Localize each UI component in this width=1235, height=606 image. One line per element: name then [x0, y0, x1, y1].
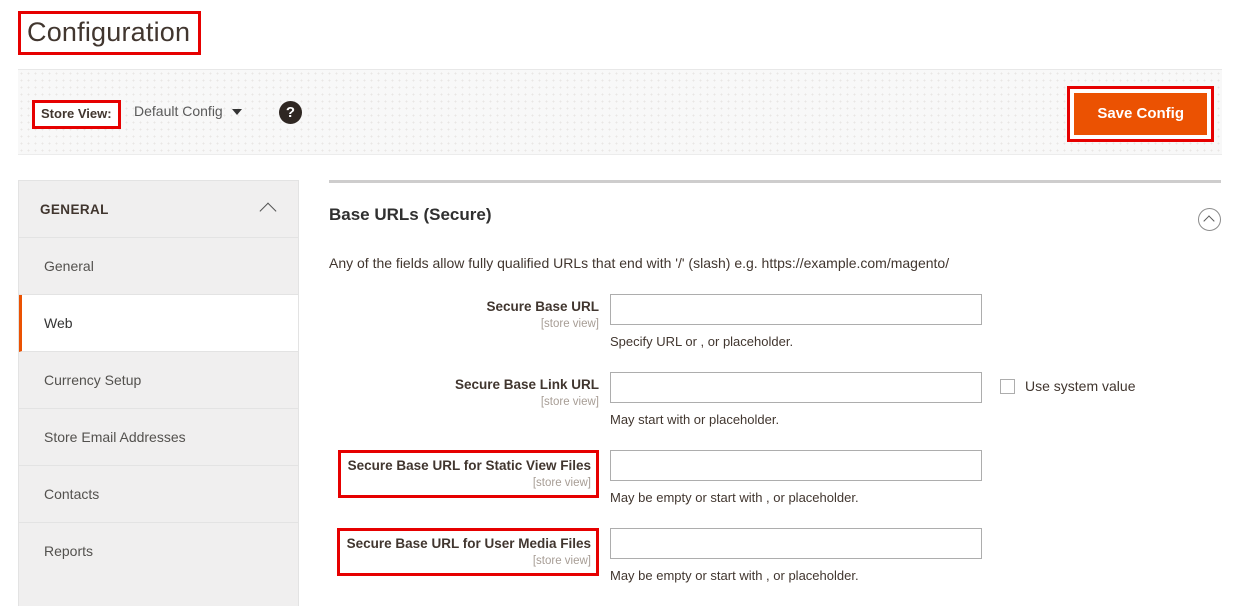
store-view-label: Store View:: [41, 106, 112, 121]
field-control-wrap: May start with or placeholder.: [610, 372, 982, 428]
field-label: Secure Base URL for Static View Files: [347, 458, 591, 473]
page-title-highlight: Configuration: [18, 11, 202, 55]
store-view-label-highlight: Store View:: [32, 100, 121, 129]
field-control-wrap: May be empty or start with , or placehol…: [610, 528, 982, 584]
field-label: Secure Base URL for User Media Files: [346, 536, 591, 551]
field-label-highlight: Secure Base URL for User Media Files [st…: [336, 528, 599, 576]
field-row-secure-base-url-user-media-files: Secure Base URL for User Media Files [st…: [329, 528, 1222, 584]
field-label-highlight: Secure Base URL for Static View Files [s…: [337, 450, 599, 498]
field-note: May start with or placeholder.: [610, 412, 780, 427]
save-config-highlight: Save Config: [1067, 86, 1214, 142]
chevron-up-icon: [259, 202, 277, 220]
help-icon[interactable]: ?: [279, 101, 302, 124]
field-label-wrap: Secure Base URL for User Media Files [st…: [329, 528, 610, 576]
save-config-button[interactable]: Save Config: [1074, 93, 1207, 135]
section-title: Base URLs (Secure): [329, 205, 492, 224]
store-view-switcher[interactable]: Default Config: [134, 103, 242, 119]
secure-base-url-input[interactable]: [610, 294, 982, 325]
sidebar-item-reports[interactable]: Reports: [19, 523, 298, 579]
page-title: Configuration: [27, 17, 191, 47]
use-system-value-checkbox[interactable]: [1000, 378, 1015, 394]
config-sidebar: GENERAL General Web Currency Setup Store…: [18, 180, 299, 606]
field-row-secure-base-url: Secure Base URL [store view] Specify URL…: [329, 294, 1222, 350]
section-description: Any of the fields allow fully qualified …: [329, 255, 950, 271]
sidebar-item-label: Reports: [44, 543, 94, 559]
store-view-selected-value: Default Config: [134, 103, 223, 119]
secure-base-url-static-view-files-input[interactable]: [610, 450, 982, 481]
sidebar-item-contacts[interactable]: Contacts: [19, 466, 298, 523]
sidebar-item-web[interactable]: Web: [19, 295, 298, 352]
config-main-content: Base URLs (Secure) Any of the fields all…: [329, 180, 1222, 606]
field-row-secure-base-link-url: Secure Base Link URL [store view] May st…: [329, 372, 1222, 428]
field-control-wrap: Specify URL or , or placeholder.: [610, 294, 982, 350]
field-scope: [store view]: [532, 555, 591, 567]
field-note: May be empty or start with , or placehol…: [610, 568, 859, 583]
field-label-wrap: Secure Base Link URL [store view]: [329, 372, 610, 410]
field-control-wrap: May be empty or start with , or placehol…: [610, 450, 982, 506]
field-label-wrap: Secure Base URL [store view]: [329, 294, 610, 332]
sidebar-item-label: Store Email Addresses: [44, 429, 186, 445]
field-label-wrap: Secure Base URL for Static View Files [s…: [329, 450, 610, 498]
secure-base-link-url-input[interactable]: [610, 372, 982, 403]
chevron-down-icon: [231, 109, 242, 115]
sidebar-item-label: General: [44, 258, 94, 274]
field-row-secure-base-url-static-view-files: Secure Base URL for Static View Files [s…: [329, 450, 1222, 506]
field-label: Secure Base URL: [486, 299, 599, 314]
chevron-up-icon: [1202, 214, 1215, 227]
collapse-section-icon[interactable]: [1198, 208, 1221, 231]
secure-base-url-user-media-files-input[interactable]: [610, 528, 982, 559]
sidebar-item-label: Web: [44, 315, 73, 331]
sidebar-item-label: Contacts: [44, 486, 100, 502]
sidebar-item-general[interactable]: General: [19, 238, 298, 295]
field-scope: [store view]: [540, 396, 599, 408]
sidebar-item-store-email-addresses[interactable]: Store Email Addresses: [19, 409, 298, 466]
field-label: Secure Base Link URL: [454, 377, 599, 392]
use-system-value-toggle[interactable]: Use system value: [1000, 372, 1135, 394]
sidebar-section-general[interactable]: GENERAL: [19, 181, 298, 238]
use-system-value-label: Use system value: [1025, 378, 1136, 394]
section-header-base-urls-secure: Base URLs (Secure): [329, 183, 1221, 231]
field-scope: [store view]: [540, 318, 599, 330]
field-note: May be empty or start with , or placehol…: [610, 490, 859, 505]
sidebar-item-currency-setup[interactable]: Currency Setup: [19, 352, 298, 409]
field-scope: [store view]: [532, 477, 591, 489]
field-note: Specify URL or , or placeholder.: [610, 334, 794, 349]
sidebar-item-label: Currency Setup: [44, 372, 142, 388]
page-toolbar: Store View: Default Config ? Save Config: [18, 69, 1222, 155]
sidebar-section-title: GENERAL: [40, 201, 109, 217]
